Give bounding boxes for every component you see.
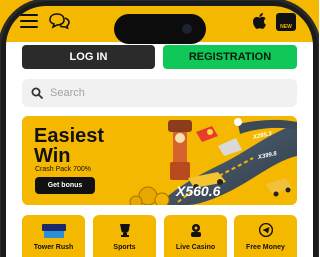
banner-subtitle: Crash Pack 700% bbox=[35, 166, 92, 173]
camera-lens bbox=[182, 24, 192, 34]
sports-icon bbox=[93, 223, 156, 237]
get-bonus-button[interactable]: Get bonus bbox=[35, 177, 95, 194]
tower-rush-logo-icon bbox=[22, 223, 85, 238]
category-free-money[interactable]: Free Money bbox=[234, 215, 297, 257]
dynamic-island bbox=[114, 14, 206, 44]
category-label: Sports bbox=[113, 244, 136, 251]
category-label: Live Casino bbox=[175, 244, 216, 251]
category-live-casino[interactable]: Live Casino bbox=[164, 215, 227, 257]
chat-bubbles-icon[interactable] bbox=[48, 13, 70, 29]
banner-title-line2: Win bbox=[34, 145, 71, 167]
category-tower-rush[interactable]: Tower Rush bbox=[22, 215, 85, 257]
telegram-icon bbox=[234, 222, 297, 238]
apple-icon[interactable] bbox=[251, 12, 267, 30]
new-badge[interactable]: NEW bbox=[276, 13, 296, 31]
multiplier-main: X560.6 bbox=[176, 183, 221, 199]
registration-button[interactable]: REGISTRATION bbox=[163, 45, 297, 69]
category-grid: Tower Rush Sports Live Casino Free Money bbox=[22, 215, 297, 257]
new-badge-label: NEW bbox=[280, 24, 292, 30]
search-bar[interactable]: Search bbox=[22, 79, 297, 107]
login-button[interactable]: LOG IN bbox=[22, 45, 155, 69]
category-sports[interactable]: Sports bbox=[93, 215, 156, 257]
phone-screen: NEW LOG IN REGISTRATION Search Easiest W… bbox=[0, 0, 319, 257]
search-input[interactable]: Search bbox=[50, 79, 85, 107]
hamburger-menu-icon[interactable] bbox=[20, 14, 38, 28]
search-icon bbox=[31, 87, 43, 99]
banner-title-line1: Easiest bbox=[34, 125, 105, 147]
top-bar: NEW bbox=[0, 0, 319, 44]
live-casino-icon bbox=[164, 223, 227, 237]
category-label: Free Money bbox=[246, 244, 285, 251]
category-label: Tower Rush bbox=[33, 244, 74, 251]
